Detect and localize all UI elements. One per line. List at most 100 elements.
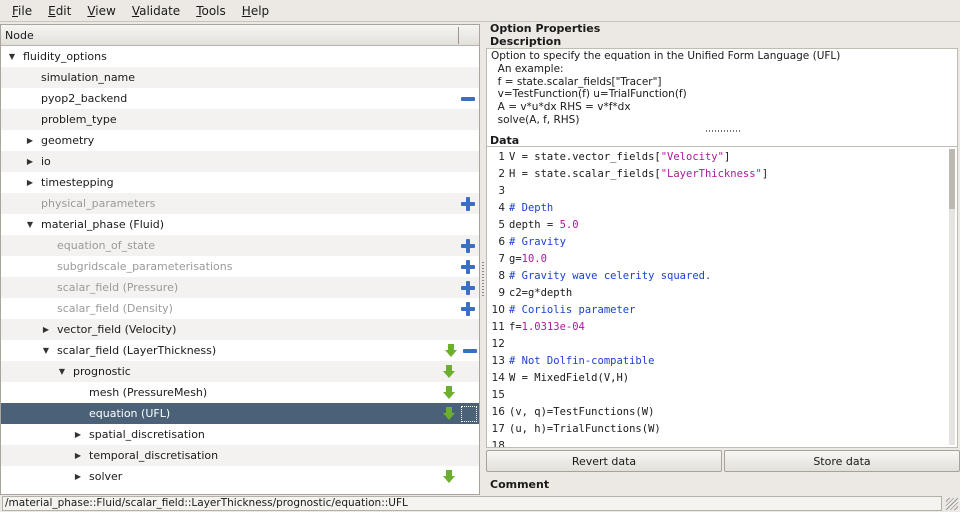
vertical-splitter[interactable] bbox=[481, 24, 485, 495]
tree-row[interactable]: equation_of_state bbox=[1, 235, 479, 256]
code-line[interactable]: 6 # Gravity bbox=[487, 233, 957, 250]
line-number: 18 bbox=[491, 439, 505, 448]
tree-row[interactable]: physical_parameters bbox=[1, 193, 479, 214]
tree-row[interactable]: ▶ temporal_discretisation bbox=[1, 445, 479, 466]
code-scrollbar[interactable] bbox=[949, 149, 955, 445]
tree-row[interactable]: subgridscale_parameterisations bbox=[1, 256, 479, 277]
collapsed-arrow-icon[interactable]: ▶ bbox=[71, 428, 85, 442]
tree-row[interactable]: ▼ fluidity_options bbox=[1, 46, 479, 67]
code-line[interactable]: 2H = state.scalar_fields["LayerThickness… bbox=[487, 165, 957, 182]
tree-row[interactable]: ▼ scalar_field (LayerThickness) bbox=[1, 340, 479, 361]
menu-file[interactable]: File bbox=[4, 0, 40, 22]
menu-validate[interactable]: Validate bbox=[124, 0, 188, 22]
tree-row[interactable]: ▶ io bbox=[1, 151, 479, 172]
tree-row[interactable]: ▶ geometry bbox=[1, 130, 479, 151]
down-arrow-icon[interactable] bbox=[443, 364, 455, 379]
line-number: 16 bbox=[491, 405, 505, 418]
expanded-arrow-icon[interactable]: ▼ bbox=[5, 50, 19, 64]
code-line[interactable]: 11 f=1.0313e-04 bbox=[487, 318, 957, 335]
menu-edit[interactable]: Edit bbox=[40, 0, 79, 22]
data-code-editor[interactable]: 1V = state.vector_fields["Velocity"] 2 H =… bbox=[486, 146, 958, 448]
collapsed-arrow-icon[interactable]: ▶ bbox=[23, 155, 37, 169]
code-text: f=1.0313e-04 bbox=[507, 321, 585, 333]
down-arrow-icon[interactable] bbox=[445, 343, 457, 358]
menu-help[interactable]: Help bbox=[234, 0, 277, 22]
tree-row[interactable]: ▶ spatial_discretisation bbox=[1, 424, 479, 445]
tree-row[interactable]: scalar_field (Density) bbox=[1, 298, 479, 319]
description-splitter-grip-icon[interactable] bbox=[706, 130, 740, 132]
code-line[interactable]: 14 W = MixedField(V,H) bbox=[487, 369, 957, 386]
code-line[interactable]: 12 bbox=[487, 335, 957, 352]
description-box: Option to specify the equation in the Un… bbox=[486, 48, 958, 148]
revert-data-button[interactable]: Revert data bbox=[486, 450, 722, 472]
tree-header[interactable]: Node bbox=[1, 25, 479, 46]
line-number: 2 bbox=[498, 167, 505, 180]
tree-row-label: physical_parameters bbox=[41, 197, 156, 210]
add-icon[interactable] bbox=[461, 280, 475, 295]
remove-icon[interactable] bbox=[461, 96, 475, 101]
code-text: H = state.scalar_fields["LayerThickness"… bbox=[507, 168, 768, 180]
resize-grip-icon[interactable] bbox=[946, 498, 958, 510]
tree-row[interactable]: ▶ solver bbox=[1, 466, 479, 487]
code-comment: # Not Dolfin-compatible bbox=[509, 354, 655, 367]
menu-view[interactable]: View bbox=[79, 0, 123, 22]
code-token: (u, h)=TrialFunctions(W) bbox=[509, 422, 661, 435]
tree-row[interactable]: ▼ material_phase (Fluid) bbox=[1, 214, 479, 235]
code-number: 1.0313e-04 bbox=[521, 320, 585, 333]
code-line[interactable]: 1V = state.vector_fields["Velocity"] bbox=[487, 148, 957, 165]
code-line[interactable]: 3 bbox=[487, 182, 957, 199]
add-icon[interactable] bbox=[461, 196, 475, 211]
tree-row-label: equation_of_state bbox=[57, 239, 156, 252]
code-line[interactable]: 18 bbox=[487, 437, 957, 448]
tree-row-label: fluidity_options bbox=[23, 50, 107, 63]
tree-row[interactable]: simulation_name bbox=[1, 67, 479, 88]
expanded-arrow-icon[interactable]: ▼ bbox=[55, 365, 69, 379]
code-line[interactable]: 13 # Not Dolfin-compatible bbox=[487, 352, 957, 369]
collapsed-arrow-icon[interactable]: ▶ bbox=[39, 323, 53, 337]
tree-row[interactable]: pyop2_backend bbox=[1, 88, 479, 109]
code-line[interactable]: 4 # Depth bbox=[487, 199, 957, 216]
column-separator[interactable] bbox=[458, 27, 459, 44]
collapsed-arrow-icon[interactable]: ▶ bbox=[23, 134, 37, 148]
code-line[interactable]: 9 c2=g*depth bbox=[487, 284, 957, 301]
tree-row[interactable]: ▶ vector_field (Velocity) bbox=[1, 319, 479, 340]
code-line[interactable]: 15 bbox=[487, 386, 957, 403]
node-column-header[interactable]: Node bbox=[1, 29, 34, 42]
collapsed-arrow-icon[interactable]: ▶ bbox=[23, 176, 37, 190]
tree-row[interactable]: problem_type bbox=[1, 109, 479, 130]
expanded-arrow-icon[interactable]: ▼ bbox=[39, 344, 53, 358]
tree-row[interactable]: scalar_field (Pressure) bbox=[1, 277, 479, 298]
menu-tools[interactable]: Tools bbox=[188, 0, 234, 22]
tree-row[interactable]: equation (UFL) bbox=[1, 403, 479, 424]
code-scrollbar-thumb[interactable] bbox=[949, 149, 955, 209]
tree-row[interactable]: ▼ prognostic bbox=[1, 361, 479, 382]
store-data-button[interactable]: Store data bbox=[724, 450, 960, 472]
down-arrow-icon[interactable] bbox=[443, 406, 455, 421]
collapsed-arrow-icon[interactable]: ▶ bbox=[71, 449, 85, 463]
code-line[interactable]: 8 # Gravity wave celerity squared. bbox=[487, 267, 957, 284]
code-token: ] bbox=[723, 150, 731, 163]
code-lines[interactable]: 1V = state.vector_fields["Velocity"] 2 H =… bbox=[487, 147, 957, 448]
tree-row-label: solver bbox=[89, 470, 123, 483]
tree-row-label: subgridscale_parameterisations bbox=[57, 260, 233, 273]
code-line[interactable]: 16 (v, q)=TestFunctions(W) bbox=[487, 403, 957, 420]
add-icon[interactable] bbox=[461, 301, 475, 316]
code-line[interactable]: 7 g=10.0 bbox=[487, 250, 957, 267]
splitter-grip-icon[interactable] bbox=[482, 262, 484, 296]
options-tree[interactable]: Node ▼ fluidity_options simulation_name pyo… bbox=[0, 24, 480, 495]
tree-row[interactable]: ▶ timestepping bbox=[1, 172, 479, 193]
down-arrow-icon[interactable] bbox=[443, 469, 455, 484]
collapsed-arrow-icon[interactable]: ▶ bbox=[71, 470, 85, 484]
down-arrow-icon[interactable] bbox=[443, 385, 455, 400]
code-line[interactable]: 17 (u, h)=TrialFunctions(W) bbox=[487, 420, 957, 437]
tree-row-label: material_phase (Fluid) bbox=[41, 218, 165, 231]
expanded-arrow-icon[interactable]: ▼ bbox=[23, 218, 37, 232]
add-icon[interactable] bbox=[461, 259, 475, 274]
code-line[interactable]: 10 # Coriolis parameter bbox=[487, 301, 957, 318]
tree-row[interactable]: mesh (PressureMesh) bbox=[1, 382, 479, 403]
add-icon[interactable] bbox=[461, 238, 475, 253]
code-line[interactable]: 5 depth = 5.0 bbox=[487, 216, 957, 233]
focus-box-icon[interactable] bbox=[461, 405, 477, 422]
remove-icon[interactable] bbox=[463, 348, 477, 353]
description-line: An example: bbox=[491, 62, 564, 75]
